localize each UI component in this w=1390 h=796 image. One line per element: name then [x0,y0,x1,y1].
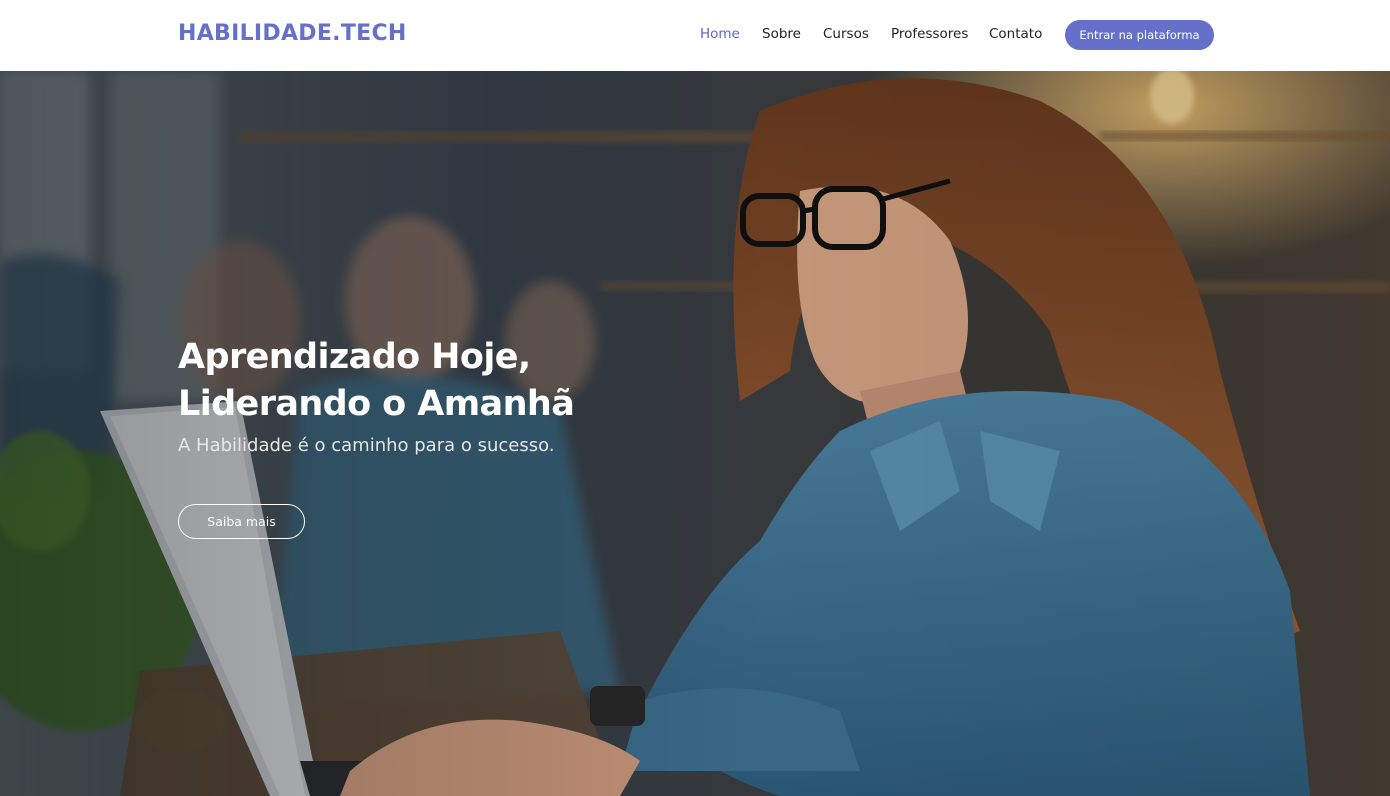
nav-link-cursos[interactable]: Cursos [823,26,869,42]
nav-link-sobre[interactable]: Sobre [762,26,801,42]
hero-subtitle: A Habilidade é o caminho para o sucesso. [178,435,555,456]
hero-background-image [0,71,1390,796]
hero-title: Aprendizado Hoje, Liderando o Amanhã [178,334,575,428]
nav-link-home[interactable]: Home [700,26,740,42]
hero-section: Aprendizado Hoje, Liderando o Amanhã A H… [0,71,1390,796]
enter-platform-button[interactable]: Entrar na plataforma [1065,20,1214,50]
hero-title-line-1: Aprendizado Hoje, [178,337,531,377]
nav-link-professores[interactable]: Professores [891,26,968,42]
site-header: HABILIDADE.TECH Home Sobre Cursos Profes… [0,0,1390,71]
site-logo[interactable]: HABILIDADE.TECH [178,21,407,46]
nav-link-contato[interactable]: Contato [989,26,1042,42]
hero-title-line-2: Liderando o Amanhã [178,384,575,424]
learn-more-button[interactable]: Saiba mais [178,504,305,539]
